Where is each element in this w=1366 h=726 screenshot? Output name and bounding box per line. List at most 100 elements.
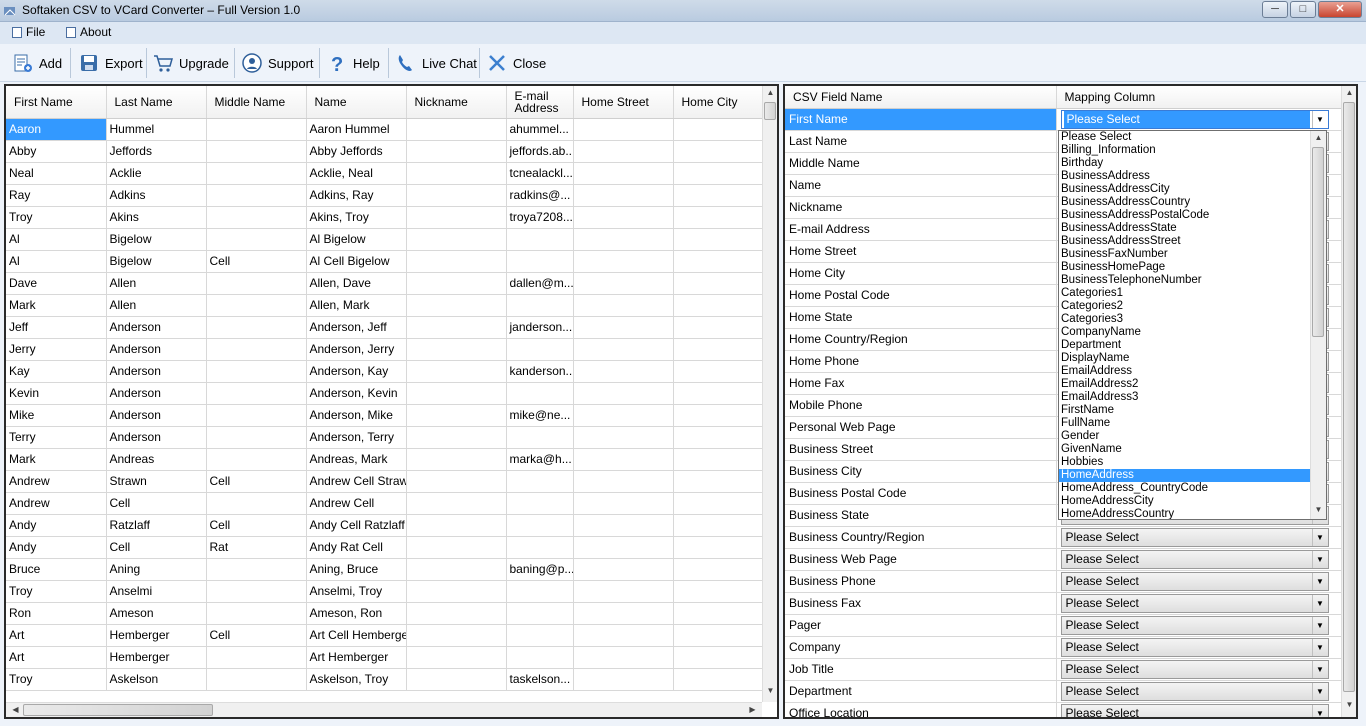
grid-cell[interactable] [206, 382, 307, 405]
grid-cell[interactable] [406, 514, 507, 537]
grid-cell[interactable]: Jeff [6, 316, 107, 339]
grid-cell[interactable]: Andrew [6, 492, 107, 515]
grid-cell[interactable]: taskelson... [506, 668, 574, 691]
dropdown-scroll-thumb[interactable] [1312, 147, 1324, 337]
grid-cell[interactable]: jeffords.ab... [506, 140, 574, 163]
grid-cell[interactable] [573, 492, 674, 515]
grid-cell[interactable]: Askelson [106, 668, 207, 691]
grid-cell[interactable] [673, 602, 765, 625]
grid-cell[interactable] [206, 360, 307, 383]
dropdown-option[interactable]: Categories2 [1059, 300, 1326, 313]
dropdown-scroll-down-arrow[interactable]: ▼ [1311, 505, 1326, 514]
grid-cell[interactable]: janderson... [506, 316, 574, 339]
dropdown-option[interactable]: HomeAddressCountry [1059, 508, 1326, 519]
grid-cell[interactable]: Anderson, Kevin [306, 382, 407, 405]
grid-cell[interactable] [673, 360, 765, 383]
grid-cell[interactable]: Andreas, Mark [306, 448, 407, 471]
grid-cell[interactable] [673, 646, 765, 669]
grid-cell[interactable] [673, 668, 765, 691]
table-row[interactable]: Kevin Anderson Anderson, Kevin [6, 382, 765, 405]
grid-cell[interactable]: dallen@m... [506, 272, 574, 295]
grid-cell[interactable] [406, 140, 507, 163]
grid-horizontal-scrollbar[interactable]: ◀ ▶ [6, 702, 762, 717]
grid-cell[interactable] [406, 470, 507, 493]
dropdown-option[interactable]: DisplayName [1059, 352, 1326, 365]
grid-cell[interactable]: Cell [206, 514, 307, 537]
grid-cell[interactable] [406, 448, 507, 471]
dropdown-option[interactable]: BusinessAddressCity [1059, 183, 1326, 196]
grid-cell[interactable]: Ameson [106, 602, 207, 625]
grid-cell[interactable]: Acklie [106, 162, 207, 185]
add-button[interactable]: Add [12, 50, 62, 76]
table-row[interactable]: Jerry Anderson Anderson, Jerry [6, 338, 765, 361]
grid-cell[interactable] [206, 294, 307, 317]
grid-cell[interactable]: Andy Rat Cell [306, 536, 407, 559]
grid-cell[interactable]: Anderson, Kay [306, 360, 407, 383]
grid-cell[interactable]: radkins@... [506, 184, 574, 207]
grid-cell[interactable] [673, 162, 765, 185]
grid-cell[interactable] [206, 646, 307, 669]
grid-cell[interactable] [573, 646, 674, 669]
grid-cell[interactable]: Andrew Cell [306, 492, 407, 515]
grid-cell[interactable]: Troy [6, 206, 107, 229]
grid-cell[interactable] [406, 536, 507, 559]
grid-cell[interactable] [573, 558, 674, 581]
grid-cell[interactable] [406, 492, 507, 515]
grid-cell[interactable] [673, 404, 765, 427]
grid-cell[interactable] [406, 272, 507, 295]
grid-cell[interactable]: Art [6, 624, 107, 647]
grid-cell[interactable]: Andy [6, 514, 107, 537]
grid-cell[interactable]: Anderson, Mike [306, 404, 407, 427]
grid-cell[interactable] [673, 558, 765, 581]
grid-cell[interactable]: Adkins, Ray [306, 184, 407, 207]
grid-cell[interactable] [573, 250, 674, 273]
mapping-vertical-scrollbar[interactable]: ▲ ▼ [1341, 86, 1356, 717]
grid-cell[interactable] [206, 162, 307, 185]
grid-column-header[interactable]: Name [306, 86, 407, 119]
grid-cell[interactable]: Troy [6, 668, 107, 691]
grid-vertical-scrollbar[interactable]: ▲ ▼ [762, 86, 777, 702]
grid-cell[interactable]: Anderson [106, 382, 207, 405]
grid-cell[interactable]: baning@p... [506, 558, 574, 581]
table-row[interactable]: Andy Cell Rat Andy Rat Cell [6, 536, 765, 559]
grid-cell[interactable] [406, 382, 507, 405]
grid-cell[interactable]: Bigelow [106, 228, 207, 251]
grid-cell[interactable]: Abby Jeffords [306, 140, 407, 163]
grid-cell[interactable] [673, 316, 765, 339]
table-row[interactable]: Ron Ameson Ameson, Ron [6, 602, 765, 625]
grid-cell[interactable] [206, 404, 307, 427]
grid-cell[interactable] [406, 294, 507, 317]
mapping-select[interactable]: Please Select ▼ [1060, 703, 1329, 717]
grid-column-header[interactable]: Home City [673, 86, 765, 119]
grid-cell[interactable] [573, 580, 674, 603]
support-button[interactable]: Support [241, 50, 314, 76]
grid-cell[interactable] [506, 470, 574, 493]
dropdown-option[interactable]: FullName [1059, 417, 1326, 430]
grid-cell[interactable]: Acklie, Neal [306, 162, 407, 185]
menu-file[interactable]: File [12, 25, 45, 39]
grid-cell[interactable]: Andreas [106, 448, 207, 471]
dropdown-option[interactable]: BusinessAddressPostalCode [1059, 209, 1326, 222]
grid-cell[interactable]: Kevin [6, 382, 107, 405]
grid-cell[interactable] [673, 426, 765, 449]
grid-cell[interactable] [506, 382, 574, 405]
grid-cell[interactable] [673, 536, 765, 559]
grid-cell[interactable]: Anderson, Jerry [306, 338, 407, 361]
grid-cell[interactable]: Anderson [106, 360, 207, 383]
grid-cell[interactable]: kanderson... [506, 360, 574, 383]
grid-cell[interactable]: Andy [6, 536, 107, 559]
grid-cell[interactable]: Anderson [106, 316, 207, 339]
grid-cell[interactable]: Aning, Bruce [306, 558, 407, 581]
table-row[interactable]: Mark Andreas Andreas, Mark marka@h... [6, 448, 765, 471]
mapping-select[interactable]: Please Select ▼ [1060, 571, 1329, 591]
chevron-down-icon[interactable]: ▼ [1311, 528, 1328, 546]
grid-cell[interactable] [406, 338, 507, 361]
grid-cell[interactable] [206, 140, 307, 163]
grid-cell[interactable]: Ron [6, 602, 107, 625]
scroll-up-arrow[interactable]: ▲ [763, 88, 777, 97]
table-row[interactable]: Troy Akins Akins, Troy troya7208... [6, 206, 765, 229]
grid-cell[interactable] [406, 624, 507, 647]
grid-cell[interactable] [406, 360, 507, 383]
dropdown-option[interactable]: Department [1059, 339, 1326, 352]
grid-cell[interactable]: Bigelow [106, 250, 207, 273]
